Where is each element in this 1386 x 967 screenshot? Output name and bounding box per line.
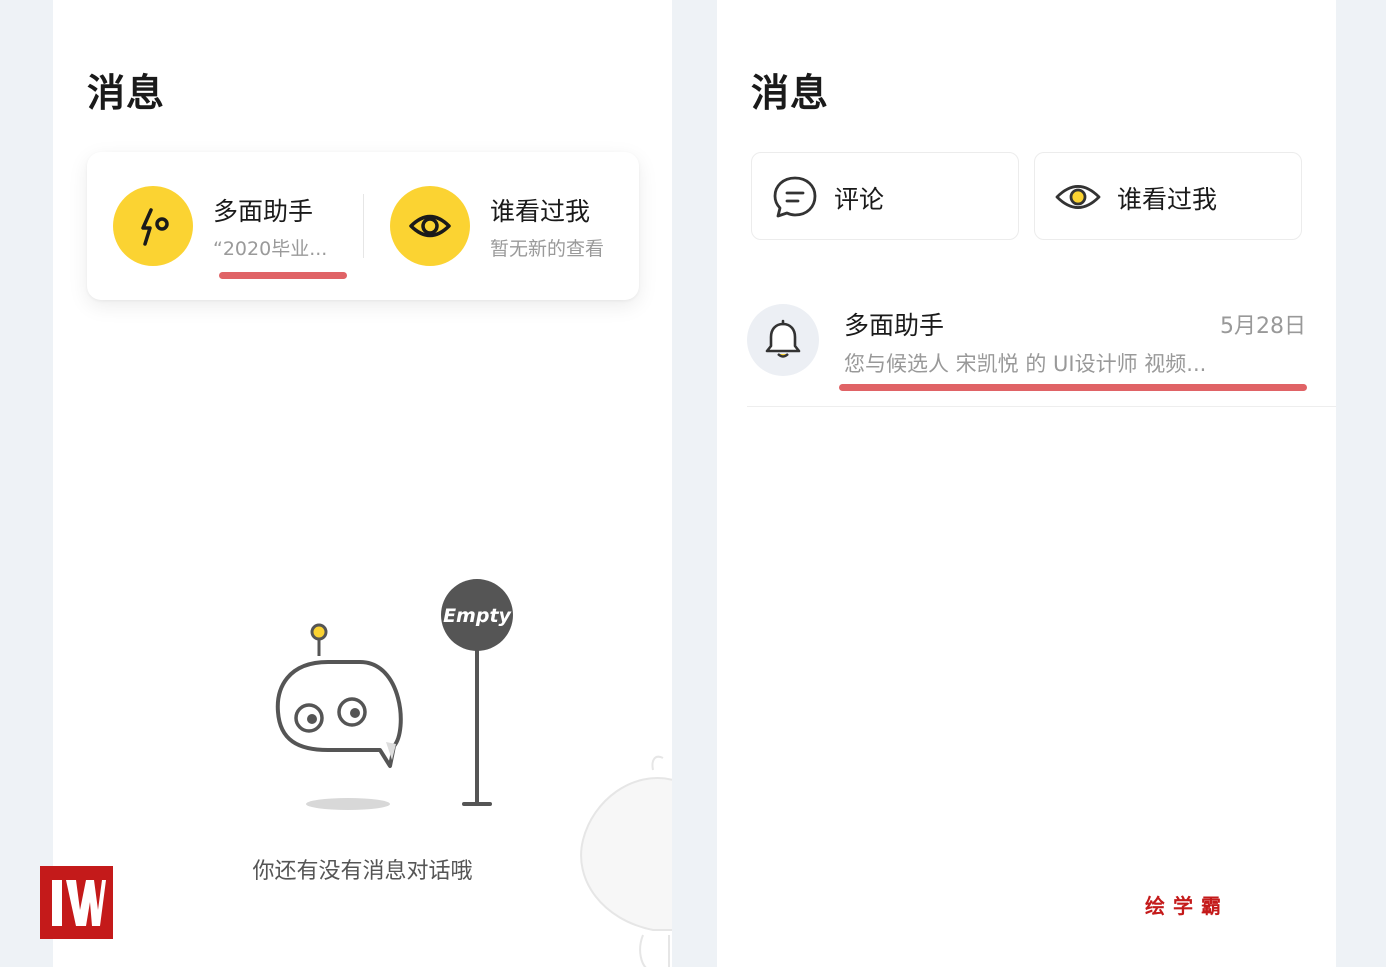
empty-state-illustration: Empty [268, 570, 528, 824]
assistant-subtitle: “2020毕业... [213, 238, 328, 260]
decorative-mascot [580, 755, 672, 967]
highlight-underline [839, 384, 1307, 391]
eye-icon [1055, 185, 1101, 209]
bell-icon [765, 319, 801, 358]
messages-screen-list: 消息 评论 谁看过我 多面助手 5月28日 您与候选人 宋凯悦 的 UI设计师 … [717, 0, 1336, 967]
avatar [747, 304, 819, 376]
assistant-entry[interactable]: 多面助手 “2020毕业... [113, 186, 353, 266]
message-list-item[interactable]: 多面助手 5月28日 您与候选人 宋凯悦 的 UI设计师 视频... [747, 300, 1336, 407]
messages-screen-empty: 消息 多面助手 “2020毕业... 谁看过我 暂无新的查看 Empty 你还有… [53, 0, 672, 967]
message-date: 5月28日 [1220, 314, 1306, 339]
brand-watermark: 绘学霸 [1145, 894, 1229, 918]
assistant-title: 多面助手 [213, 197, 314, 226]
message-sender: 多面助手 [844, 311, 945, 340]
comments-button[interactable]: 评论 [751, 152, 1019, 240]
assistant-bolt-icon [113, 186, 193, 266]
page-title: 消息 [751, 71, 830, 115]
comment-icon [773, 176, 817, 218]
eye-icon [390, 186, 470, 266]
highlight-underline [219, 272, 347, 279]
message-preview: 您与候选人 宋凯悦 的 UI设计师 视频... [844, 352, 1207, 376]
quick-entry-card: 多面助手 “2020毕业... 谁看过我 暂无新的查看 [87, 152, 639, 300]
comments-label: 评论 [834, 185, 885, 214]
viewers-title: 谁看过我 [490, 197, 591, 226]
empty-badge-text: Empty [443, 605, 512, 627]
brand-logo [40, 866, 113, 939]
viewers-button[interactable]: 谁看过我 [1034, 152, 1302, 240]
page-title: 消息 [87, 71, 166, 115]
divider [363, 194, 364, 258]
viewers-entry[interactable]: 谁看过我 暂无新的查看 [390, 186, 630, 266]
viewers-subtitle: 暂无新的查看 [490, 238, 605, 260]
viewers-label: 谁看过我 [1117, 185, 1218, 214]
